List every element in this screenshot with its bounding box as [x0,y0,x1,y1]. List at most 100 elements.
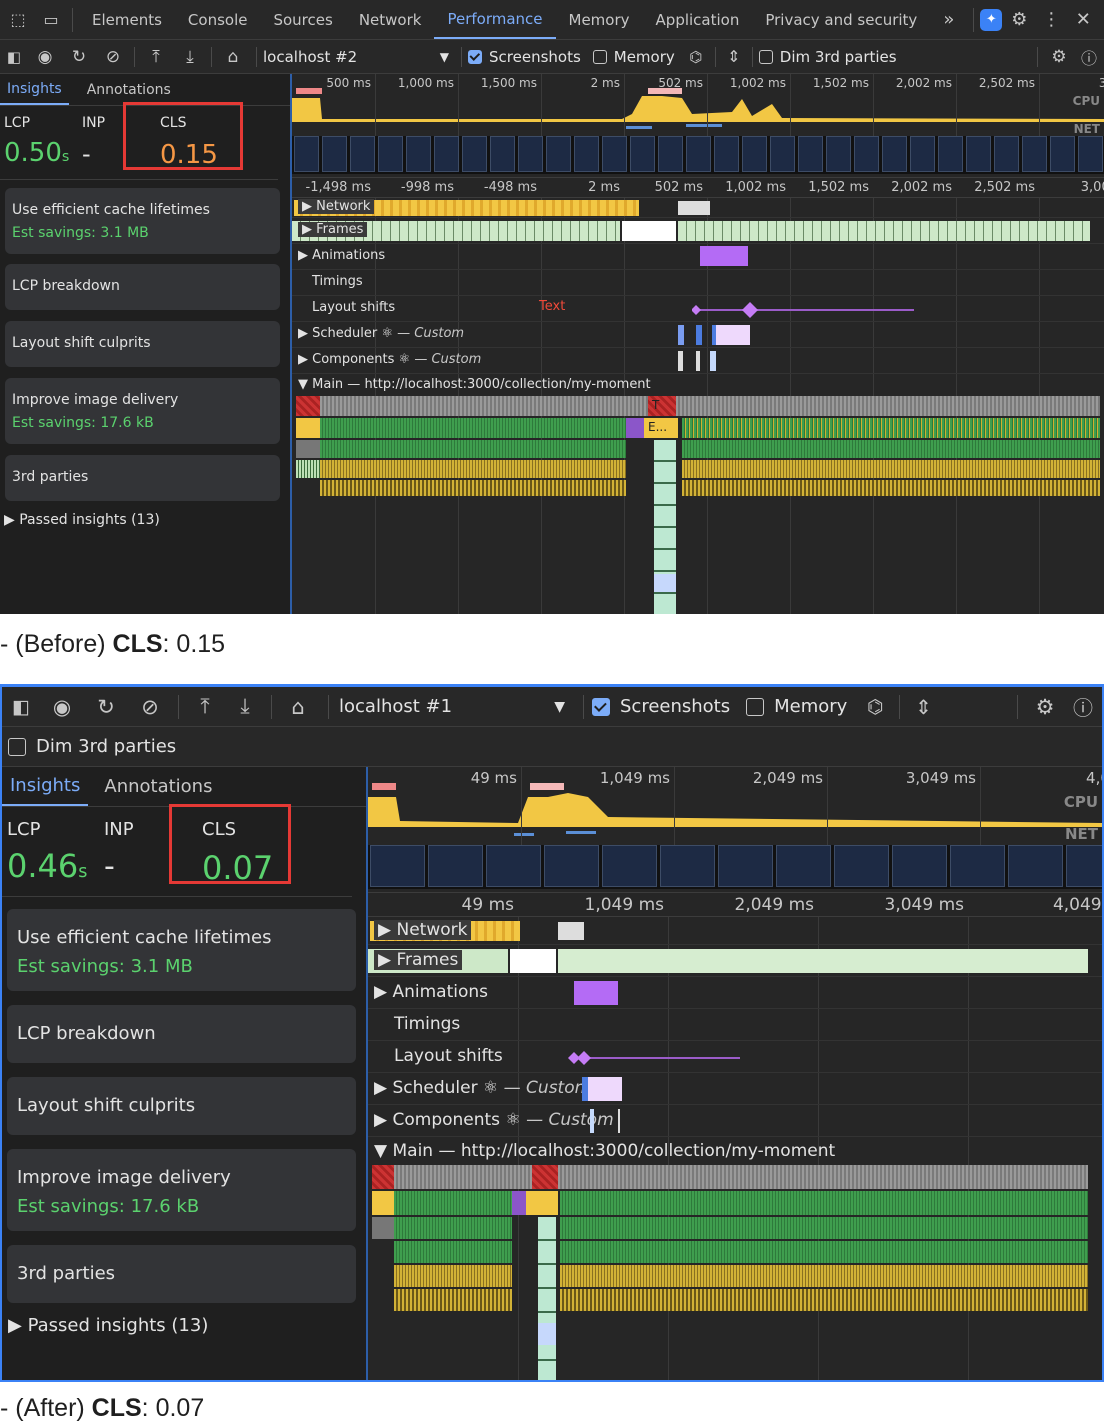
main-thread-flamechart[interactable]: T E... [292,396,1104,614]
tab-application[interactable]: Application [643,0,753,39]
screenshot-frame[interactable] [966,136,991,172]
screenshot-frame[interactable] [770,136,795,172]
screenshot-frame[interactable] [406,136,431,172]
sidebar-tab-annotations[interactable]: Annotations [69,74,189,105]
target-select[interactable]: localhost #1 ▼ [339,696,575,717]
collapse-tracks-icon[interactable]: ⇕ [908,695,938,719]
track-network[interactable]: ▶ Network [292,198,1104,218]
capture-settings-icon[interactable]: ⚙ [1044,47,1074,67]
layout-shift-cluster[interactable] [692,300,922,320]
broom-gc-icon[interactable]: ⌬ [859,696,891,718]
screenshot-frame[interactable] [428,845,483,887]
screenshot-frame[interactable] [1078,136,1103,172]
timeline-overview[interactable]: 49 ms1,049 ms2,049 ms3,049 ms4,049 CPU N… [368,767,1102,893]
screenshot-frame[interactable] [602,845,657,887]
screenshot-frame[interactable] [350,136,375,172]
screenshot-frame[interactable] [714,136,739,172]
help-icon[interactable]: ⓘ [1064,692,1102,721]
screenshot-frame[interactable] [462,136,487,172]
main-thread-flamechart[interactable] [368,1165,1102,1380]
screenshot-frame[interactable] [1008,845,1063,887]
record-icon[interactable]: ◉ [40,695,84,719]
screenshot-frame[interactable] [574,136,599,172]
insight-layout-shift-culprits[interactable]: Layout shift culprits [5,321,280,367]
track-frames[interactable]: ▶ Frames [368,945,1102,977]
track-timings[interactable]: Timings [368,1009,1102,1041]
screenshots-checkbox[interactable] [592,697,610,716]
timeline-overview[interactable]: 500 ms 1,000 ms 1,500 ms 2 ms 502 ms 1,002 ms… [292,74,1104,178]
track-animations[interactable]: ▶ Animations [292,244,1104,270]
ai-assistant-icon[interactable]: ✦ [980,8,1003,31]
broom-gc-icon[interactable]: ⌬ [683,48,709,66]
device-toolbar-icon[interactable]: ▭ [36,0,66,40]
settings-gear-icon[interactable]: ⚙ [1002,0,1036,40]
insight-cache-lifetimes[interactable]: Use efficient cache lifetimes Est saving… [5,188,280,254]
screenshot-frame[interactable] [826,136,851,172]
screenshot-frame[interactable] [892,845,947,887]
home-icon[interactable]: ⌂ [216,47,250,67]
tab-elements[interactable]: Elements [79,0,175,39]
track-timings[interactable]: Timings [292,270,1104,296]
track-network[interactable]: ▶ Network [368,917,1102,945]
insight-layout-shift-culprits[interactable]: Layout shift culprits [7,1077,356,1135]
insight-3rd-parties[interactable]: 3rd parties [7,1245,356,1303]
track-main-header[interactable]: ▼ Main — http://localhost:3000/collectio… [292,374,1104,396]
tab-network[interactable]: Network [346,0,435,39]
track-main-header[interactable]: ▼ Main — http://localhost:3000/collectio… [368,1137,1102,1165]
screenshot-frame[interactable] [546,136,571,172]
upload-profile-icon[interactable]: ⤒ [139,47,173,67]
home-icon[interactable]: ⌂ [278,695,318,719]
download-profile-icon[interactable]: ⤓ [225,694,265,719]
timeline-area[interactable]: 500 ms 1,000 ms 1,500 ms 2 ms 502 ms 1,002 ms… [292,74,1104,614]
download-profile-icon[interactable]: ⤓ [173,47,207,67]
memory-checkbox[interactable] [592,49,607,64]
screenshot-frame[interactable] [658,136,683,172]
more-tabs-icon[interactable]: » [930,0,967,39]
passed-insights-toggle[interactable]: ▶ Passed insights (13) [4,512,160,528]
collapse-tracks-icon[interactable]: ⇕ [722,47,746,66]
track-layout-shifts[interactable]: Layout shifts Text [292,296,1104,322]
close-icon[interactable]: ✕ [1066,0,1100,40]
screenshot-frame[interactable] [1066,845,1102,887]
clear-icon[interactable]: ⊘ [96,47,130,67]
screenshots-filmstrip[interactable] [292,136,1104,174]
screenshot-frame[interactable] [994,136,1019,172]
sidebar-tab-insights[interactable]: Insights [2,767,89,806]
track-animations[interactable]: ▶ Animations [368,977,1102,1009]
passed-insights-toggle[interactable]: ▶ Passed insights (13) [8,1315,208,1336]
layout-shift-cluster[interactable] [568,1047,748,1069]
screenshot-frame[interactable] [938,136,963,172]
screenshot-frame[interactable] [776,845,831,887]
sidebar-tab-insights[interactable]: Insights [0,74,69,105]
screenshot-frame[interactable] [910,136,935,172]
screenshot-frame[interactable] [490,136,515,172]
screenshot-frame[interactable] [718,845,773,887]
capture-settings-icon[interactable]: ⚙ [1026,695,1064,719]
track-scheduler[interactable]: ▶ Scheduler ⚛ — Custom [292,322,1104,348]
help-icon[interactable]: ⓘ [1074,45,1104,69]
track-components[interactable]: ▶ Components ⚛ — Custom [292,348,1104,374]
tab-performance[interactable]: Performance [434,0,556,39]
dim-3rd-parties-checkbox[interactable] [758,49,773,64]
reload-record-icon[interactable]: ↻ [62,47,96,67]
screenshot-frame[interactable] [854,136,879,172]
screenshots-filmstrip[interactable] [368,845,1102,889]
screenshot-frame[interactable] [378,136,403,172]
timeline-area[interactable]: 49 ms1,049 ms2,049 ms3,049 ms4,049 CPU N… [368,767,1102,1380]
screenshot-frame[interactable] [294,136,319,172]
toggle-sidebar-icon[interactable]: ◧ [0,48,28,66]
clear-icon[interactable]: ⊘ [128,695,172,719]
screenshot-frame[interactable] [486,845,541,887]
reload-record-icon[interactable]: ↻ [84,695,128,719]
screenshots-checkbox[interactable] [468,49,482,64]
dim-3rd-parties-checkbox[interactable] [8,737,26,756]
screenshot-frame[interactable] [686,136,711,172]
inspect-element-icon[interactable]: ⬚ [0,0,36,40]
screenshot-frame[interactable] [630,136,655,172]
screenshot-frame[interactable] [518,136,543,172]
tab-privacy-security[interactable]: Privacy and security [752,0,930,39]
screenshot-frame[interactable] [950,845,1005,887]
screenshot-frame[interactable] [1050,136,1075,172]
track-scheduler[interactable]: ▶ Scheduler ⚛ — Custom [368,1073,1102,1105]
track-components[interactable]: ▶ Components ⚛ — Custom [368,1105,1102,1137]
